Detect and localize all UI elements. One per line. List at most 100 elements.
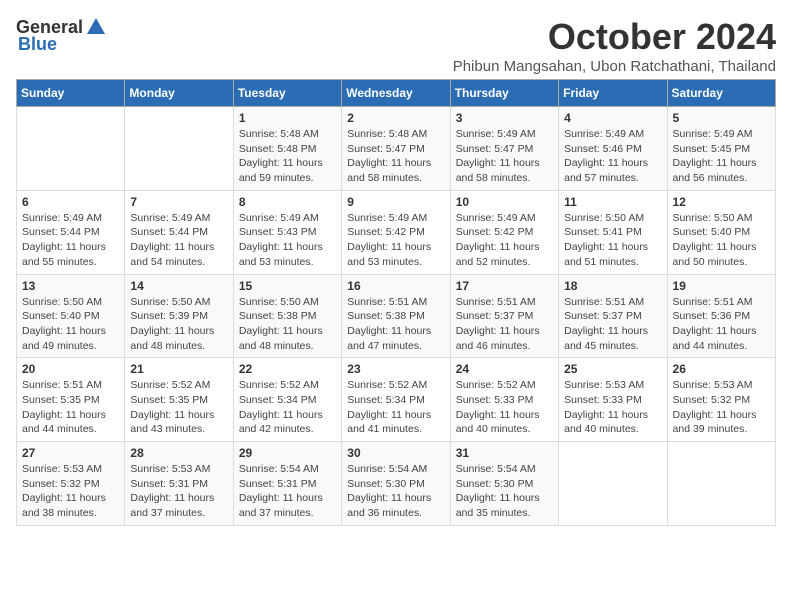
day-cell: 25 Sunrise: 5:53 AMSunset: 5:33 PMDayligh…: [559, 358, 667, 442]
day-cell: 6 Sunrise: 5:49 AMSunset: 5:44 PMDaylight…: [17, 190, 125, 274]
day-number: 24: [456, 362, 553, 376]
day-cell: 22 Sunrise: 5:52 AMSunset: 5:34 PMDayligh…: [233, 358, 341, 442]
day-cell: 9 Sunrise: 5:49 AMSunset: 5:42 PMDaylight…: [342, 190, 450, 274]
logo: General Blue: [16, 16, 107, 55]
day-cell: 16 Sunrise: 5:51 AMSunset: 5:38 PMDayligh…: [342, 274, 450, 358]
day-detail: Sunrise: 5:52 AMSunset: 5:33 PMDaylight:…: [456, 378, 553, 437]
day-detail: Sunrise: 5:51 AMSunset: 5:35 PMDaylight:…: [22, 378, 119, 437]
day-detail: Sunrise: 5:50 AMSunset: 5:40 PMDaylight:…: [673, 211, 770, 270]
day-detail: Sunrise: 5:48 AMSunset: 5:47 PMDaylight:…: [347, 127, 444, 186]
week-row-3: 13 Sunrise: 5:50 AMSunset: 5:40 PMDayligh…: [17, 274, 776, 358]
day-number: 29: [239, 446, 336, 460]
day-detail: Sunrise: 5:54 AMSunset: 5:31 PMDaylight:…: [239, 462, 336, 521]
logo-icon: [85, 16, 107, 38]
day-number: 6: [22, 195, 119, 209]
day-detail: Sunrise: 5:49 AMSunset: 5:44 PMDaylight:…: [22, 211, 119, 270]
day-cell: 18Sunrise: 5:51 AMSunset: 5:37 PMDayligh…: [559, 274, 667, 358]
day-number: 15: [239, 279, 336, 293]
page-header: General Blue October 2024 Phibun Mangsah…: [16, 16, 776, 75]
day-detail: Sunrise: 5:52 AMSunset: 5:34 PMDaylight:…: [239, 378, 336, 437]
day-detail: Sunrise: 5:51 AMSunset: 5:38 PMDaylight:…: [347, 295, 444, 354]
title-block: October 2024 Phibun Mangsahan, Ubon Ratc…: [453, 16, 776, 75]
day-detail: Sunrise: 5:53 AMSunset: 5:31 PMDaylight:…: [130, 462, 227, 521]
header-day-friday: Friday: [559, 80, 667, 107]
day-cell: 4 Sunrise: 5:49 AMSunset: 5:46 PMDaylight…: [559, 107, 667, 191]
day-number: 22: [239, 362, 336, 376]
day-number: 14: [130, 279, 227, 293]
day-cell: 24 Sunrise: 5:52 AMSunset: 5:33 PMDayligh…: [450, 358, 558, 442]
day-cell: 12 Sunrise: 5:50 AMSunset: 5:40 PMDayligh…: [667, 190, 775, 274]
day-number: 16: [347, 279, 444, 293]
day-cell: 2 Sunrise: 5:48 AMSunset: 5:47 PMDaylight…: [342, 107, 450, 191]
day-detail: Sunrise: 5:49 AMSunset: 5:43 PMDaylight:…: [239, 211, 336, 270]
day-detail: Sunrise: 5:52 AMSunset: 5:34 PMDaylight:…: [347, 378, 444, 437]
day-cell: 14 Sunrise: 5:50 AMSunset: 5:39 PMDayligh…: [125, 274, 233, 358]
calendar-header-row: SundayMondayTuesdayWednesdayThursdayFrid…: [17, 80, 776, 107]
day-cell: 11Sunrise: 5:50 AMSunset: 5:41 PMDayligh…: [559, 190, 667, 274]
logo-blue-text: Blue: [18, 34, 57, 55]
day-number: 26: [673, 362, 770, 376]
week-row-2: 6 Sunrise: 5:49 AMSunset: 5:44 PMDaylight…: [17, 190, 776, 274]
day-detail: Sunrise: 5:48 AMSunset: 5:48 PMDaylight:…: [239, 127, 336, 186]
day-cell: 3 Sunrise: 5:49 AMSunset: 5:47 PMDaylight…: [450, 107, 558, 191]
day-detail: Sunrise: 5:49 AMSunset: 5:42 PMDaylight:…: [347, 211, 444, 270]
day-detail: Sunrise: 5:49 AMSunset: 5:46 PMDaylight:…: [564, 127, 661, 186]
day-detail: Sunrise: 5:54 AMSunset: 5:30 PMDaylight:…: [456, 462, 553, 521]
day-cell: 30Sunrise: 5:54 AMSunset: 5:30 PMDayligh…: [342, 442, 450, 526]
day-detail: Sunrise: 5:51 AMSunset: 5:37 PMDaylight:…: [456, 295, 553, 354]
day-detail: Sunrise: 5:50 AMSunset: 5:38 PMDaylight:…: [239, 295, 336, 354]
week-row-4: 20 Sunrise: 5:51 AMSunset: 5:35 PMDayligh…: [17, 358, 776, 442]
day-number: 3: [456, 111, 553, 125]
day-number: 23: [347, 362, 444, 376]
day-detail: Sunrise: 5:51 AMSunset: 5:37 PMDaylight:…: [564, 295, 661, 354]
day-cell: [559, 442, 667, 526]
day-detail: Sunrise: 5:49 AMSunset: 5:42 PMDaylight:…: [456, 211, 553, 270]
day-detail: Sunrise: 5:53 AMSunset: 5:32 PMDaylight:…: [673, 378, 770, 437]
day-detail: Sunrise: 5:49 AMSunset: 5:47 PMDaylight:…: [456, 127, 553, 186]
day-cell: 26 Sunrise: 5:53 AMSunset: 5:32 PMDayligh…: [667, 358, 775, 442]
week-row-1: 1 Sunrise: 5:48 AMSunset: 5:48 PMDaylight…: [17, 107, 776, 191]
day-number: 8: [239, 195, 336, 209]
day-cell: 10 Sunrise: 5:49 AMSunset: 5:42 PMDayligh…: [450, 190, 558, 274]
day-detail: Sunrise: 5:53 AMSunset: 5:33 PMDaylight:…: [564, 378, 661, 437]
day-number: 21: [130, 362, 227, 376]
day-number: 19: [673, 279, 770, 293]
day-cell: 19 Sunrise: 5:51 AMSunset: 5:36 PMDayligh…: [667, 274, 775, 358]
header-day-monday: Monday: [125, 80, 233, 107]
day-number: 25: [564, 362, 661, 376]
day-cell: 23 Sunrise: 5:52 AMSunset: 5:34 PMDayligh…: [342, 358, 450, 442]
header-day-wednesday: Wednesday: [342, 80, 450, 107]
day-number: 12: [673, 195, 770, 209]
day-number: 13: [22, 279, 119, 293]
day-detail: Sunrise: 5:50 AMSunset: 5:39 PMDaylight:…: [130, 295, 227, 354]
month-title: October 2024: [453, 16, 776, 58]
day-detail: Sunrise: 5:50 AMSunset: 5:41 PMDaylight:…: [564, 211, 661, 270]
day-cell: [17, 107, 125, 191]
day-number: 5: [673, 111, 770, 125]
day-cell: [125, 107, 233, 191]
day-detail: Sunrise: 5:52 AMSunset: 5:35 PMDaylight:…: [130, 378, 227, 437]
day-cell: 17 Sunrise: 5:51 AMSunset: 5:37 PMDayligh…: [450, 274, 558, 358]
day-cell: 31Sunrise: 5:54 AMSunset: 5:30 PMDayligh…: [450, 442, 558, 526]
day-cell: 8 Sunrise: 5:49 AMSunset: 5:43 PMDaylight…: [233, 190, 341, 274]
day-detail: Sunrise: 5:49 AMSunset: 5:44 PMDaylight:…: [130, 211, 227, 270]
day-cell: 20 Sunrise: 5:51 AMSunset: 5:35 PMDayligh…: [17, 358, 125, 442]
day-number: 10: [456, 195, 553, 209]
day-cell: 1 Sunrise: 5:48 AMSunset: 5:48 PMDaylight…: [233, 107, 341, 191]
day-number: 4: [564, 111, 661, 125]
day-number: 28: [130, 446, 227, 460]
day-number: 9: [347, 195, 444, 209]
day-detail: Sunrise: 5:51 AMSunset: 5:36 PMDaylight:…: [673, 295, 770, 354]
day-number: 1: [239, 111, 336, 125]
day-cell: 7Sunrise: 5:49 AMSunset: 5:44 PMDaylight…: [125, 190, 233, 274]
day-cell: 27Sunrise: 5:53 AMSunset: 5:32 PMDayligh…: [17, 442, 125, 526]
day-cell: 15 Sunrise: 5:50 AMSunset: 5:38 PMDayligh…: [233, 274, 341, 358]
day-detail: Sunrise: 5:50 AMSunset: 5:40 PMDaylight:…: [22, 295, 119, 354]
header-day-saturday: Saturday: [667, 80, 775, 107]
day-cell: 13 Sunrise: 5:50 AMSunset: 5:40 PMDayligh…: [17, 274, 125, 358]
day-number: 20: [22, 362, 119, 376]
day-number: 2: [347, 111, 444, 125]
header-day-thursday: Thursday: [450, 80, 558, 107]
calendar-table: SundayMondayTuesdayWednesdayThursdayFrid…: [16, 79, 776, 526]
day-number: 17: [456, 279, 553, 293]
